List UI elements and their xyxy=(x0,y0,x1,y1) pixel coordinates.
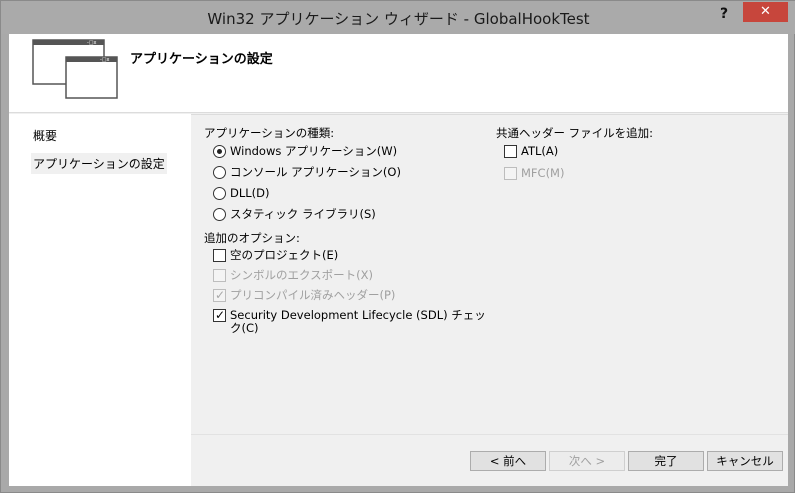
settings-panel: アプリケーションの種類: Windows アプリケーション(W) コンソール ア… xyxy=(191,114,788,434)
common-headers-label: 共通ヘッダー ファイルを追加: xyxy=(496,126,654,140)
checkbox-label: 空のプロジェクト(E) xyxy=(230,248,339,262)
radio-indicator[interactable] xyxy=(213,186,226,200)
checkbox-indicator xyxy=(213,268,226,282)
finish-button[interactable]: 完了 xyxy=(628,451,704,471)
additional-options-label: 追加のオプション: xyxy=(204,231,300,245)
radio-windows-app[interactable]: Windows アプリケーション(W) xyxy=(213,143,397,159)
close-button[interactable]: ✕ xyxy=(743,2,788,22)
checkbox-label: ATL(A) xyxy=(521,144,559,158)
title-bar[interactable]: Win32 アプリケーション ウィザード - GlobalHookTest ? … xyxy=(1,1,795,34)
checkbox-indicator[interactable]: ✓ xyxy=(213,307,226,322)
checkbox-indicator: ✓ xyxy=(213,287,226,302)
help-button[interactable]: ? xyxy=(713,5,735,23)
radio-indicator[interactable] xyxy=(213,165,226,179)
radio-label: DLL(D) xyxy=(230,186,270,200)
radio-label: Windows アプリケーション(W) xyxy=(230,144,398,158)
windows-app-icon: -□x -□x xyxy=(32,39,118,99)
wizard-window: Win32 アプリケーション ウィザード - GlobalHookTest ? … xyxy=(0,0,795,493)
checkbox-label: Security Development Lifecycle (SDL) チェッ xyxy=(230,308,486,322)
checkbox-empty-project[interactable]: 空のプロジェクト(E) xyxy=(213,247,338,263)
dialog-client: -□x -□x アプリケーションの設定 概要 アプリケーションの設定 アプリケー… xyxy=(9,34,788,486)
cancel-button[interactable]: キャンセル xyxy=(707,451,783,471)
checkbox-atl[interactable]: ATL(A) xyxy=(504,143,558,159)
prev-button[interactable]: < 前へ xyxy=(470,451,546,471)
checkbox-label-continued: ク(C) xyxy=(230,321,259,335)
radio-label: スタティック ライブラリ(S) xyxy=(230,207,376,221)
radio-indicator[interactable] xyxy=(213,207,226,221)
checkbox-mfc: MFC(M) xyxy=(504,165,564,181)
nav-item-overview[interactable]: 概要 xyxy=(31,125,59,146)
button-bar: < 前へ 次へ > 完了 キャンセル xyxy=(191,434,788,486)
checkbox-indicator[interactable] xyxy=(504,144,517,158)
wizard-nav: 概要 アプリケーションの設定 xyxy=(9,114,191,486)
next-button: 次へ > xyxy=(549,451,625,471)
check-mark-icon: ✓ xyxy=(215,307,226,322)
app-type-label: アプリケーションの種類: xyxy=(204,126,335,140)
radio-console-app[interactable]: コンソール アプリケーション(O) xyxy=(213,164,401,180)
checkbox-precompiled-header: ✓ プリコンパイル済みヘッダー(P) xyxy=(213,287,395,303)
radio-dll[interactable]: DLL(D) xyxy=(213,185,270,201)
svg-text:-□x: -□x xyxy=(87,40,97,46)
checkbox-indicator[interactable] xyxy=(213,248,226,262)
checkbox-indicator xyxy=(504,166,517,180)
window-title: Win32 アプリケーション ウィザード - GlobalHookTest xyxy=(207,10,590,28)
checkbox-export-symbols: シンボルのエクスポート(X) xyxy=(213,267,373,283)
radio-label: コンソール アプリケーション(O) xyxy=(230,165,401,179)
header-band: -□x -□x アプリケーションの設定 xyxy=(9,34,788,113)
nav-item-app-settings[interactable]: アプリケーションの設定 xyxy=(31,153,167,174)
checkbox-label: プリコンパイル済みヘッダー(P) xyxy=(230,288,396,302)
check-mark-icon: ✓ xyxy=(215,287,226,302)
page-title: アプリケーションの設定 xyxy=(130,52,273,67)
checkbox-label: MFC(M) xyxy=(521,166,565,180)
radio-indicator[interactable] xyxy=(213,144,226,158)
svg-text:-□x: -□x xyxy=(100,57,110,63)
radio-static-lib[interactable]: スタティック ライブラリ(S) xyxy=(213,206,376,222)
checkbox-label: シンボルのエクスポート(X) xyxy=(230,268,374,282)
